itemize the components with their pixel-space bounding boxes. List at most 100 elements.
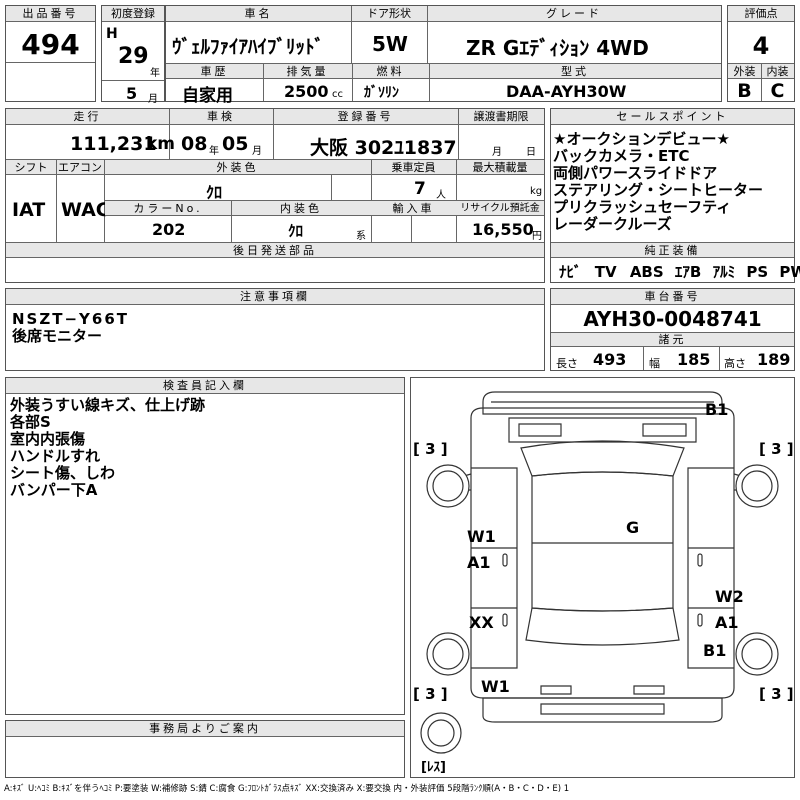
mileage-unit: km — [146, 134, 176, 154]
sales-point-line: レーダークルーズ — [553, 215, 672, 233]
int-color-unit: 系 — [356, 231, 366, 242]
car-name-value: ｳﾞｪﾙﾌｧｲｱﾊｲﾌﾞﾘｯﾄﾞ — [172, 36, 325, 58]
dims-label: 諸元 — [551, 333, 794, 347]
door-label: ドア形状 — [351, 6, 427, 22]
capacity-unit: 人 — [436, 190, 446, 201]
inspection-label: 車検 — [169, 109, 273, 125]
damage-mark: W1 — [481, 677, 510, 696]
tire-label: [ 3 ] — [413, 685, 448, 703]
recycle-label: リサイクル預託金 — [456, 201, 544, 216]
mileage-value: 111,231 — [70, 133, 157, 155]
equipment-item: ﾅﾋﾞ — [559, 263, 582, 281]
first-registration-box: 初度登録 H 29 年 5 月 — [101, 5, 165, 105]
tire-label: [ 3 ] — [759, 685, 794, 703]
equipment-item: ｱﾙﾐ — [712, 263, 736, 281]
inspection-month-unit: 月 — [252, 146, 262, 157]
sales-point-label: セールスポイント — [551, 109, 794, 125]
damage-mark: A1 — [467, 553, 491, 572]
recycle-unit: 円 — [532, 231, 542, 242]
equipment-item: ｴｱB — [674, 263, 702, 281]
plate-value: 大阪 302ﾕ1837 — [310, 137, 457, 159]
transfer-day-unit: 日 — [526, 147, 536, 158]
history-value: 自家用 — [182, 86, 233, 106]
damage-mark: A1 — [715, 613, 739, 632]
details-box: 走行 車検 登録番号 譲渡書期限 111,231 km 08 年 05 月 大阪… — [5, 108, 545, 283]
year-unit: 年 — [150, 68, 160, 79]
import-label: 輸入車 — [371, 201, 456, 216]
office-box: 事務局よりご案内 — [5, 720, 405, 778]
car-outline — [456, 391, 749, 723]
inspector-label: 検査員記入欄 — [6, 378, 404, 394]
fuel-value: ｶﾞｿﾘﾝ — [364, 85, 399, 101]
tire-icon — [420, 464, 779, 754]
inspector-list: 外装うすい線キズ、仕上げ跡 各部S 室内内張傷 ハンドルすれ シート傷、しわ バ… — [10, 397, 205, 499]
inspector-line: ハンドルすれ — [10, 447, 101, 465]
grade-label: グレード — [427, 6, 721, 22]
inspector-line: 各部S — [10, 413, 51, 431]
transfer-month-unit: 月 — [492, 147, 502, 158]
lot-number-box: 出品番号 494 — [5, 5, 96, 102]
displacement-value: 2500 — [284, 82, 329, 101]
history-label: 車歴 — [166, 64, 263, 79]
model-value: DAA-AYH30W — [506, 82, 627, 101]
shift-label: シフト — [6, 160, 56, 175]
door-value: 5W — [372, 32, 408, 56]
model-label: 型式 — [429, 64, 721, 79]
sales-point-box: セールスポイント ★オークションデビュー★ バックカメラ・ETC 両側パワースラ… — [550, 108, 800, 283]
sales-point-line: ステアリング・シートヒーター — [553, 181, 764, 199]
grade-value: ZR Gｴﾃﾞｨｼｮﾝ 4WD — [466, 36, 649, 60]
color-no-value: 202 — [152, 220, 186, 239]
later-parts-label: 後日発送部品 — [6, 243, 544, 258]
first-reg-year-value: 29 — [118, 44, 149, 69]
aircon-label: エアコン — [56, 160, 104, 175]
aircon-value: WAC — [61, 199, 110, 221]
inspector-line: シート傷、しわ — [10, 464, 116, 482]
tire-label: [ 3 ] — [759, 440, 794, 458]
equipment-item: ABS — [629, 263, 664, 281]
max-load-label: 最大積載量 — [456, 160, 544, 175]
notes-box: 注意事項欄 NSZT−Y66T 後席モニター — [5, 288, 545, 371]
shift-value: IAT — [12, 199, 46, 221]
ext-color-label: 外装色 — [104, 160, 371, 175]
car-name-label: 車名 — [166, 6, 351, 22]
note-line: NSZT−Y66T — [12, 310, 130, 328]
inspector-line: 室内内張傷 — [10, 430, 86, 448]
legend-text: A:ｷｽﾞ U:ﾍｺﾐ B:ｷｽﾞを伴うﾍｺﾐ P:要塗装 W:補修跡 S:錆 … — [4, 784, 570, 794]
score-value: 4 — [752, 32, 770, 60]
notes-list: NSZT−Y66T 後席モニター — [12, 311, 129, 345]
spare-tire-label: [ﾚｽ] — [421, 760, 446, 775]
width-value: 185 — [677, 350, 711, 369]
auction-sheet: 出品番号 494 初度登録 H 29 年 5 月 車名 ドア形状 グレード ｳﾞ… — [0, 0, 800, 800]
era-value: H — [106, 26, 118, 42]
int-color-label: 内装色 — [231, 201, 371, 216]
chassis-box: 車台番号 AYH30-0048741 諸元 長さ 493 幅 185 高さ 18… — [550, 288, 795, 371]
car-diagram-box: [ 3 ] [ 3 ] [ 3 ] [ 3 ] [ﾚｽ] B1 G W1 A1 … — [410, 377, 795, 778]
notes-label: 注意事項欄 — [6, 289, 544, 305]
sales-point-line: バックカメラ・ETC — [553, 147, 690, 165]
max-load-unit: kg — [530, 186, 543, 197]
car-diagram: [ 3 ] [ 3 ] [ 3 ] [ 3 ] [ﾚｽ] B1 G W1 A1 … — [413, 391, 794, 775]
damage-mark: B1 — [703, 641, 726, 660]
sales-point-list: ★オークションデビュー★ バックカメラ・ETC 両側パワースライドドア ステアリ… — [553, 131, 763, 233]
damage-mark: W2 — [715, 587, 744, 606]
office-label: 事務局よりご案内 — [6, 721, 404, 737]
damage-mark: G — [626, 518, 639, 537]
first-reg-month-value: 5 — [126, 84, 138, 103]
recycle-value: 16,550 — [472, 220, 534, 239]
chassis-label: 車台番号 — [551, 289, 794, 305]
length-label: 長さ — [556, 357, 578, 370]
color-no-label: カラーNo. — [105, 201, 231, 216]
sales-point-line: ★オークションデビュー★ — [553, 130, 730, 148]
damage-mark: XX — [469, 613, 494, 632]
lot-number-value: 494 — [21, 28, 80, 61]
equipment-label: 純正装備 — [551, 243, 794, 258]
exterior-grade-label: 外装 — [728, 64, 761, 79]
inspector-box: 検査員記入欄 外装うすい線キズ、仕上げ跡 各部S 室内内張傷 ハンドルすれ シー… — [5, 377, 405, 715]
mileage-label: 走行 — [6, 109, 169, 125]
tire-label: [ 3 ] — [413, 440, 448, 458]
exterior-grade-value: B — [737, 80, 752, 102]
vehicle-info-box: 車名 ドア形状 グレード ｳﾞｪﾙﾌｧｲｱﾊｲﾌﾞﾘｯﾄﾞ 5W ZR Gｴﾃﾞ… — [165, 5, 722, 106]
inspector-line: バンパー下A — [10, 481, 98, 499]
score-label: 評価点 — [728, 6, 794, 22]
score-box: 評価点 4 外装 内装 B C — [727, 5, 795, 102]
